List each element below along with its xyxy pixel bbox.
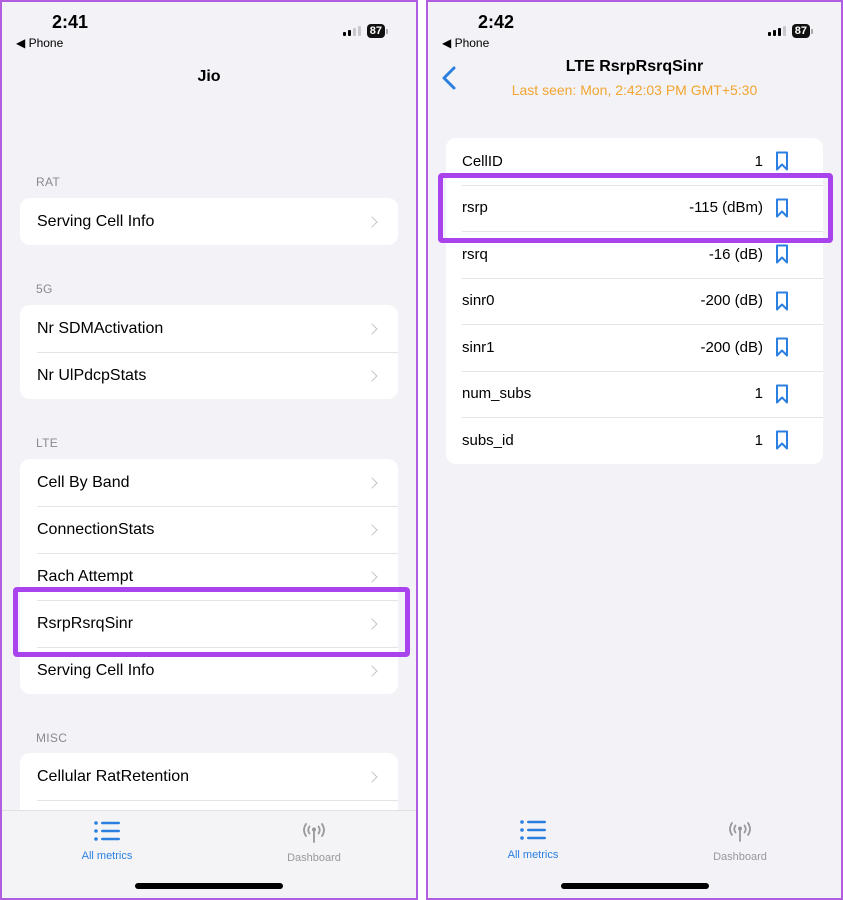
signal-icon (767, 26, 786, 36)
list-item-nr-sdmactivation[interactable]: Nr SDMActivation (20, 305, 398, 352)
battery-level: 87 (791, 24, 810, 38)
battery-icon: 87 (366, 24, 388, 38)
left-phone-screen: 2:41 ◀ Phone 87 Jio RAT Serving Cell Inf… (0, 0, 418, 900)
bookmark-icon[interactable] (775, 384, 789, 404)
section-header-rat: RAT (36, 175, 61, 189)
group-lte: Cell By Band ConnectionStats Rach Attemp… (20, 459, 398, 694)
battery-icon: 87 (791, 24, 813, 38)
page-title: LTE RsrpRsrqSinr (565, 58, 704, 75)
tab-all-metrics[interactable]: All metrics (473, 820, 593, 861)
tab-bar: All metrics Dashboard (428, 810, 841, 898)
metric-label: CellID (462, 152, 503, 170)
signal-icon (342, 26, 361, 36)
list-item-serving-cell-info[interactable]: Serving Cell Info (20, 198, 398, 245)
right-phone-screen: 2:42 ◀ Phone 87 LTE RsrpRsrqSinr Last se… (426, 0, 843, 900)
metric-label: num_subs (462, 385, 532, 403)
list-item-cell-by-band[interactable]: Cell By Band (20, 459, 398, 506)
chevron-right-icon (366, 617, 378, 630)
back-to-app-link[interactable]: ◀ Phone (16, 36, 63, 50)
tab-dashboard[interactable]: Dashboard (254, 821, 374, 864)
chevron-right-icon (366, 369, 378, 382)
bookmark-icon[interactable] (775, 198, 789, 218)
bookmark-icon[interactable] (775, 337, 789, 357)
bookmark-icon[interactable] (775, 291, 789, 311)
status-indicators: 87 (342, 24, 388, 38)
status-time: 2:41 (52, 12, 89, 32)
battery-level: 87 (366, 24, 385, 38)
section-header-5g: 5G (36, 282, 53, 296)
metric-row-subs-id: subs_id 1 (446, 417, 823, 464)
metrics-list: CellID 1 rsrp -115 (dBm) rsrq -16 (dB) s… (446, 138, 823, 464)
list-icon (520, 820, 546, 840)
metric-row-sinr1: sinr1 -200 (dB) (446, 324, 823, 371)
home-indicator[interactable] (135, 883, 283, 889)
bookmark-icon[interactable] (775, 430, 789, 450)
list-item-lte-serving-cell-info[interactable]: Serving Cell Info (20, 647, 398, 694)
metric-value: 1 (754, 385, 763, 403)
antenna-icon (303, 823, 325, 843)
page-title: Jio (197, 68, 221, 85)
list-item-cellular-ratretention[interactable]: Cellular RatRetention (20, 753, 398, 800)
group-rat: Serving Cell Info (20, 198, 398, 245)
list-item-label: Serving Cell Info (37, 212, 155, 230)
metric-row-sinr0: sinr0 -200 (dB) (446, 277, 823, 325)
bookmark-icon[interactable] (775, 151, 789, 171)
tab-label: Dashboard (713, 851, 767, 863)
list-item-connectionstats[interactable]: ConnectionStats (20, 506, 398, 553)
list-item-rach-attempt[interactable]: Rach Attempt (20, 553, 398, 600)
section-header-lte: LTE (36, 436, 59, 450)
list-item-label: RsrpRsrqSinr (37, 614, 134, 632)
metric-value: -200 (dB) (700, 338, 763, 356)
section-header-misc: MISC (36, 731, 68, 745)
chevron-right-icon (366, 523, 378, 536)
tab-dashboard[interactable]: Dashboard (680, 820, 800, 863)
metric-row-cellid: CellID 1 (446, 138, 823, 185)
list-item-rsrprsrqsinr[interactable]: RsrpRsrqSinr (20, 600, 398, 647)
bookmark-icon[interactable] (775, 244, 789, 264)
metric-row-rsrp: rsrp -115 (dBm) (446, 184, 823, 232)
tab-bar: All metrics Dashboard (2, 810, 416, 898)
metric-label: rsrp (462, 199, 488, 217)
metric-row-num-subs: num_subs 1 (446, 370, 823, 418)
metric-value: 1 (754, 152, 763, 170)
home-indicator[interactable] (560, 883, 709, 889)
list-icon (94, 821, 120, 841)
metric-value: 1 (754, 431, 763, 449)
antenna-icon (729, 822, 751, 842)
metric-label: sinr1 (462, 338, 495, 356)
list-item-label: Cellular RatRetention (37, 767, 190, 785)
metric-row-rsrq: rsrq -16 (dB) (446, 231, 823, 278)
list-item-label: Cell By Band (37, 473, 130, 491)
metric-value: -16 (dB) (708, 245, 763, 263)
last-seen-subtitle: Last seen: Mon, 2:42:03 PM GMT+5:30 (511, 82, 758, 98)
chevron-right-icon (366, 215, 378, 228)
group-5g: Nr SDMActivation Nr UlPdcpStats (20, 305, 398, 399)
chevron-right-icon (366, 570, 378, 583)
status-indicators: 87 (767, 24, 813, 38)
list-item-label: Nr SDMActivation (37, 319, 164, 337)
metric-label: sinr0 (462, 292, 495, 310)
tab-label: Dashboard (287, 852, 341, 864)
metric-value: -115 (dBm) (689, 199, 763, 217)
list-item-label: Serving Cell Info (37, 661, 155, 679)
metric-label: subs_id (462, 431, 514, 449)
chevron-right-icon (366, 770, 378, 783)
tab-all-metrics[interactable]: All metrics (47, 821, 167, 862)
chevron-right-icon (366, 664, 378, 677)
chevron-right-icon (366, 322, 378, 335)
status-time: 2:42 (478, 12, 515, 32)
tab-label: All metrics (81, 850, 133, 862)
list-item-label: Rach Attempt (37, 567, 134, 585)
back-to-app-link[interactable]: ◀ Phone (442, 36, 489, 50)
tab-label: All metrics (507, 849, 559, 861)
chevron-right-icon (366, 476, 378, 489)
metric-label: rsrq (462, 245, 488, 263)
metric-value: -200 (dB) (700, 292, 763, 310)
list-item-label: Nr UlPdcpStats (37, 366, 147, 384)
list-item-label: ConnectionStats (37, 520, 155, 538)
list-item-nr-ulpdcpstats[interactable]: Nr UlPdcpStats (20, 352, 398, 399)
